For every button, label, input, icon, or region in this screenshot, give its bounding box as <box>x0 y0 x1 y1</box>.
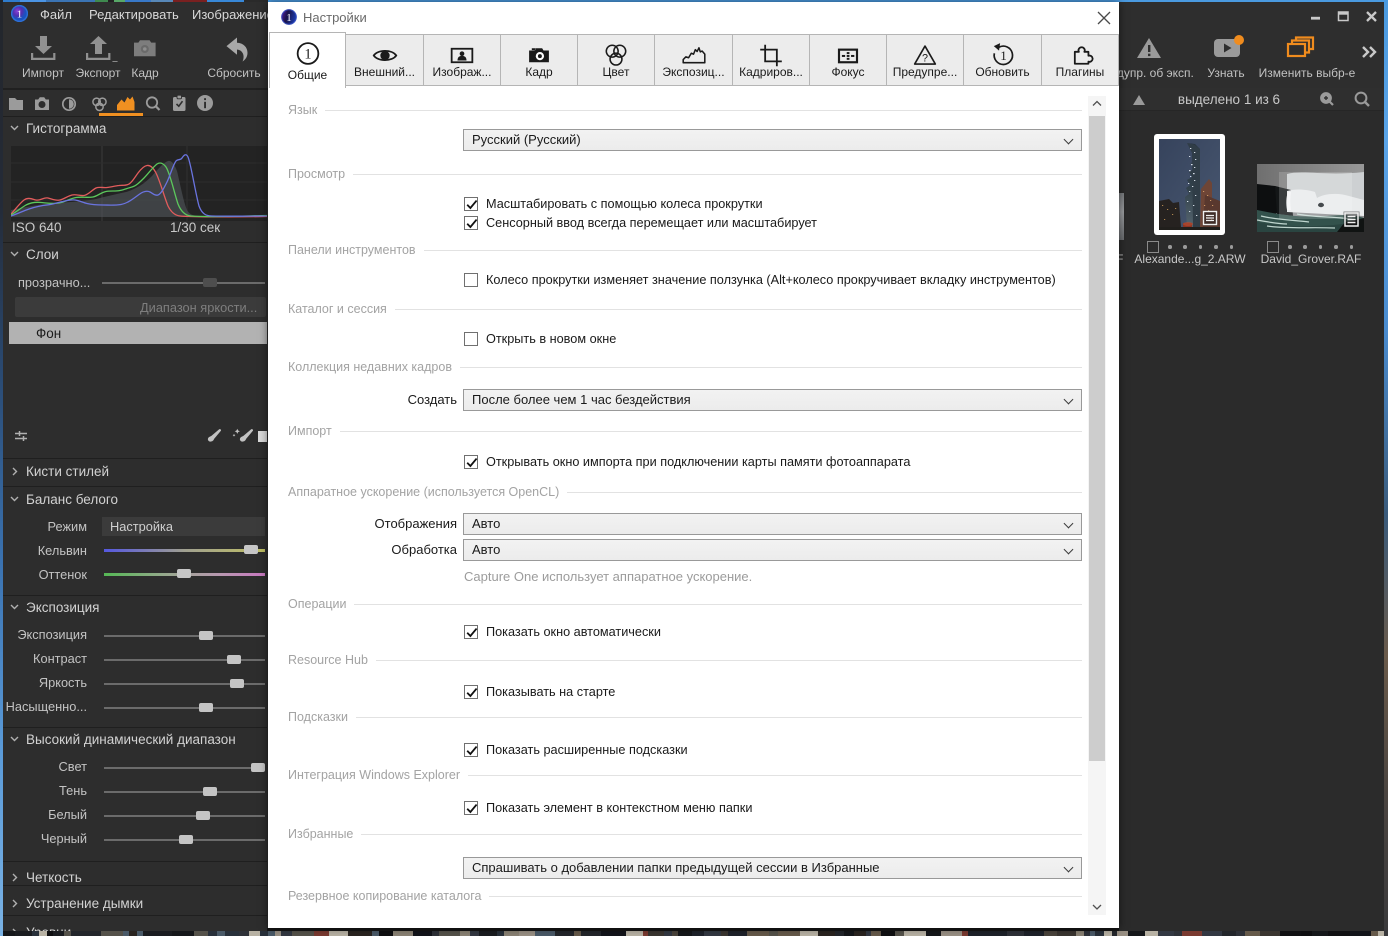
svg-text:1: 1 <box>304 46 311 62</box>
svg-text:1: 1 <box>1000 48 1007 63</box>
svg-text:1: 1 <box>286 12 292 24</box>
svg-text:?: ? <box>922 52 928 64</box>
svg-text:1: 1 <box>17 9 23 21</box>
